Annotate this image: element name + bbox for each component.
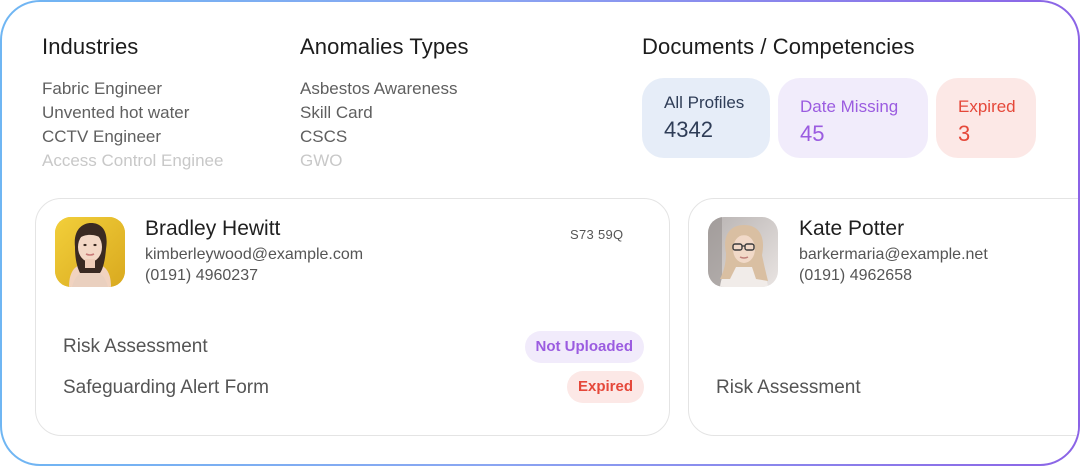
stat-value: 4342 xyxy=(664,117,713,142)
profile-email: barkermaria@example.net xyxy=(799,246,988,263)
industries-section: Industries Fabric Engineer Unvented hot … xyxy=(42,32,282,173)
avatar xyxy=(708,217,778,287)
industry-item[interactable]: Access Control Enginee xyxy=(42,149,282,173)
dashboard-panel: Industries Fabric Engineer Unvented hot … xyxy=(0,0,1080,466)
industries-list: Fabric Engineer Unvented hot water CCTV … xyxy=(42,77,282,173)
profile-phone: (0191) 4962658 xyxy=(799,267,912,284)
anomalies-list: Asbestos Awareness Skill Card CSCS GWO xyxy=(300,77,600,173)
status-badge: Expired xyxy=(566,371,644,403)
industry-item[interactable]: Unvented hot water xyxy=(42,101,282,125)
stat-label: All Profiles xyxy=(664,93,745,112)
anomaly-item[interactable]: Asbestos Awareness xyxy=(300,77,600,101)
anomaly-item[interactable]: GWO xyxy=(300,149,600,173)
document-label: Risk Assessment xyxy=(716,377,861,398)
stat-label: Date Missing xyxy=(800,97,899,116)
profile-postcode: S73 59Q xyxy=(570,227,624,242)
document-label: Safeguarding Alert Form xyxy=(63,377,269,398)
profile-phone: (0191) 4960237 xyxy=(145,267,258,284)
stat-value: 3 xyxy=(958,121,971,146)
stat-all-profiles[interactable]: All Profiles 4342 xyxy=(642,78,770,158)
profile-name[interactable]: Kate Potter xyxy=(799,216,904,242)
status-badge: Not Uploaded xyxy=(524,331,644,363)
anomalies-section: Anomalies Types Asbestos Awareness Skill… xyxy=(300,32,600,173)
anomaly-item[interactable]: CSCS xyxy=(300,125,600,149)
industry-item[interactable]: Fabric Engineer xyxy=(42,77,282,101)
industries-title: Industries xyxy=(42,34,139,59)
stat-value: 45 xyxy=(800,121,825,146)
anomaly-item[interactable]: Skill Card xyxy=(300,101,600,125)
document-label: Risk Assessment xyxy=(63,336,208,357)
industry-item[interactable]: CCTV Engineer xyxy=(42,125,282,149)
profile-card[interactable]: Bradley Hewitt kimberleywood@example.com… xyxy=(35,198,670,436)
avatar xyxy=(55,217,125,287)
profile-name[interactable]: Bradley Hewitt xyxy=(145,216,280,242)
stat-expired[interactable]: Expired 3 xyxy=(936,78,1036,158)
documents-section: Documents / Competencies xyxy=(642,32,1062,62)
anomalies-title: Anomalies Types xyxy=(300,34,469,59)
stat-date-missing[interactable]: Date Missing 45 xyxy=(778,78,928,158)
profile-card[interactable]: Kate Potter barkermaria@example.net (019… xyxy=(688,198,1078,436)
profile-email: kimberleywood@example.com xyxy=(145,246,364,263)
documents-title: Documents / Competencies xyxy=(642,34,915,59)
stat-label: Expired xyxy=(958,97,1016,116)
